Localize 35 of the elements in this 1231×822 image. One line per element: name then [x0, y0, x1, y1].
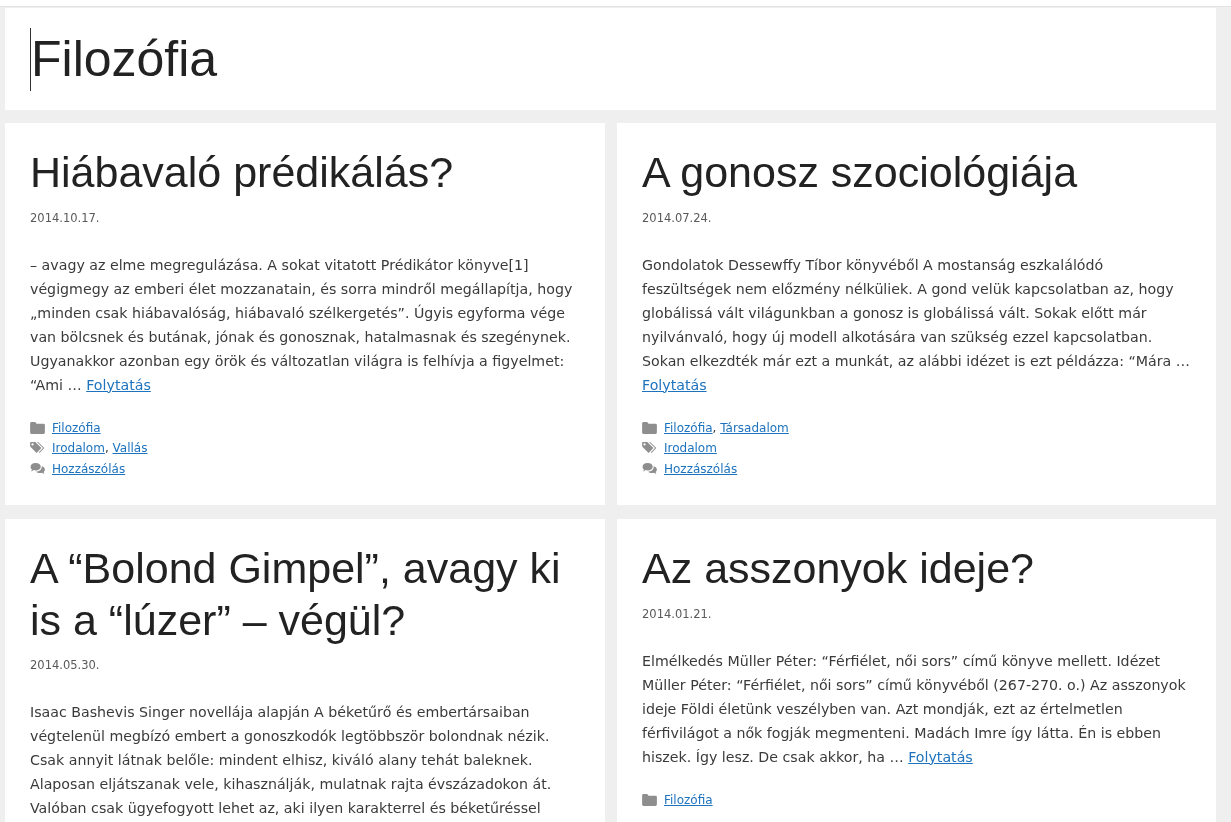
- tag-icon: [30, 442, 45, 455]
- tag-list: Irodalom, Vallás: [52, 438, 148, 459]
- post-title[interactable]: A gonosz szociológiája: [642, 147, 1191, 199]
- category-link[interactable]: Filozófia: [664, 420, 713, 435]
- post-excerpt: Elmélkedés Müller Péter: “Férfiélet, női sors” című könyve mellett. Idézet Müller Péter: “Férfiélet, női sors” című könyvéből (267-270. o.) Az asszonyok ideje Földi életünk veszélyben van. Azt mondják, ezt az értelmetlen férfivilágot a nők fogják megmenteni. Madách Imre így látta. Én is ebben hiszek. Így lesz. De csak akkor, ha … Folytatás: [642, 651, 1187, 767]
- speech-bubbles-icon: [30, 462, 45, 475]
- tag-link[interactable]: Irodalom: [52, 441, 105, 456]
- page-title: Filozófia: [31, 30, 218, 89]
- category-list: Filozófia, Társadalom: [664, 417, 789, 439]
- category-link[interactable]: Filozófia: [664, 792, 713, 807]
- post-date: 2014.05.30.: [30, 657, 101, 675]
- text-cursor-icon: [30, 27, 31, 91]
- comments-link[interactable]: Hozzászólás: [52, 458, 126, 480]
- read-more-link[interactable]: Folytatás: [642, 376, 707, 393]
- folder-icon: [30, 421, 45, 434]
- post-excerpt: – avagy az elme megregulázása. A sokat vitatott Prédikátor könyve[1] végigmegy az emberi élet mozzanatain, és sorra mindről megállapítja, hogy „minden csak hiábavalóság, hiábavaló szélkergetés”. Úgyis egyforma vége van bölcsnek és butának, jónak és gonosznak, hatalmasnak és szegénynek. Ugyanakkor azonban egy örök és változatlan világra is felhívja a figyelmet: “Ami … Folytatás: [30, 255, 574, 395]
- post-date: 2014.07.24.: [642, 209, 713, 227]
- tag-link[interactable]: Irodalom: [664, 441, 717, 456]
- speech-bubbles-icon: [642, 462, 657, 475]
- comments-link[interactable]: Hozzászólás: [664, 458, 738, 480]
- read-more-link[interactable]: Folytatás: [908, 748, 973, 765]
- post-date: 2014.10.17.: [30, 209, 101, 227]
- tag-link[interactable]: Vallás: [112, 441, 148, 456]
- post-excerpt: Isaac Bashevis Singer novellája alapján A béketűrő és embertársaiban végtelenül megbízó embert a gonoszkodók legtöbbször bolondnak nézik. Csak annyit látnak belőle: mindent elhisz, kiváló alany tehát baleknek. Alaposan eljátszanak vele, kihasználják, mulatnak rajta évszázadokon át. Valóban csak ügyefogyott lehet az, aki ilyen karakterrel és béketűréssel: [30, 703, 553, 819]
- post-title[interactable]: A “Bolond Gimpel”, avagy ki is a “lúzer” – végül?: [30, 543, 580, 647]
- category-link[interactable]: Társadalom: [720, 420, 789, 435]
- read-more-link[interactable]: Folytatás: [86, 376, 151, 393]
- folder-icon: [642, 793, 657, 806]
- folder-icon: [642, 421, 657, 434]
- category-link[interactable]: Filozófia: [52, 420, 101, 435]
- tag-icon: [642, 442, 657, 455]
- post-date: 2014.01.21.: [642, 605, 713, 623]
- post-excerpt: Gondolatok Dessewffy Tíbor könyvéből A mostanság eszkalálódó feszültségek nem előzmény nélküliek. A gond velük kapcsolatban az, hogy globálissá vált világunkban a gonosz is globálissá vált. Sokak előtt már nyilvánvaló, hogy új modell alkotására van szükség ezzel kapcsolatban. Sokan elkezdték már ezt a munkát, az alábbi idézet is ezt példázza: “Mára … Folytatás: [642, 255, 1191, 395]
- post-title[interactable]: Hiábavaló prédikálás?: [30, 147, 580, 199]
- post-title[interactable]: Az asszonyok ideje?: [642, 543, 1191, 595]
